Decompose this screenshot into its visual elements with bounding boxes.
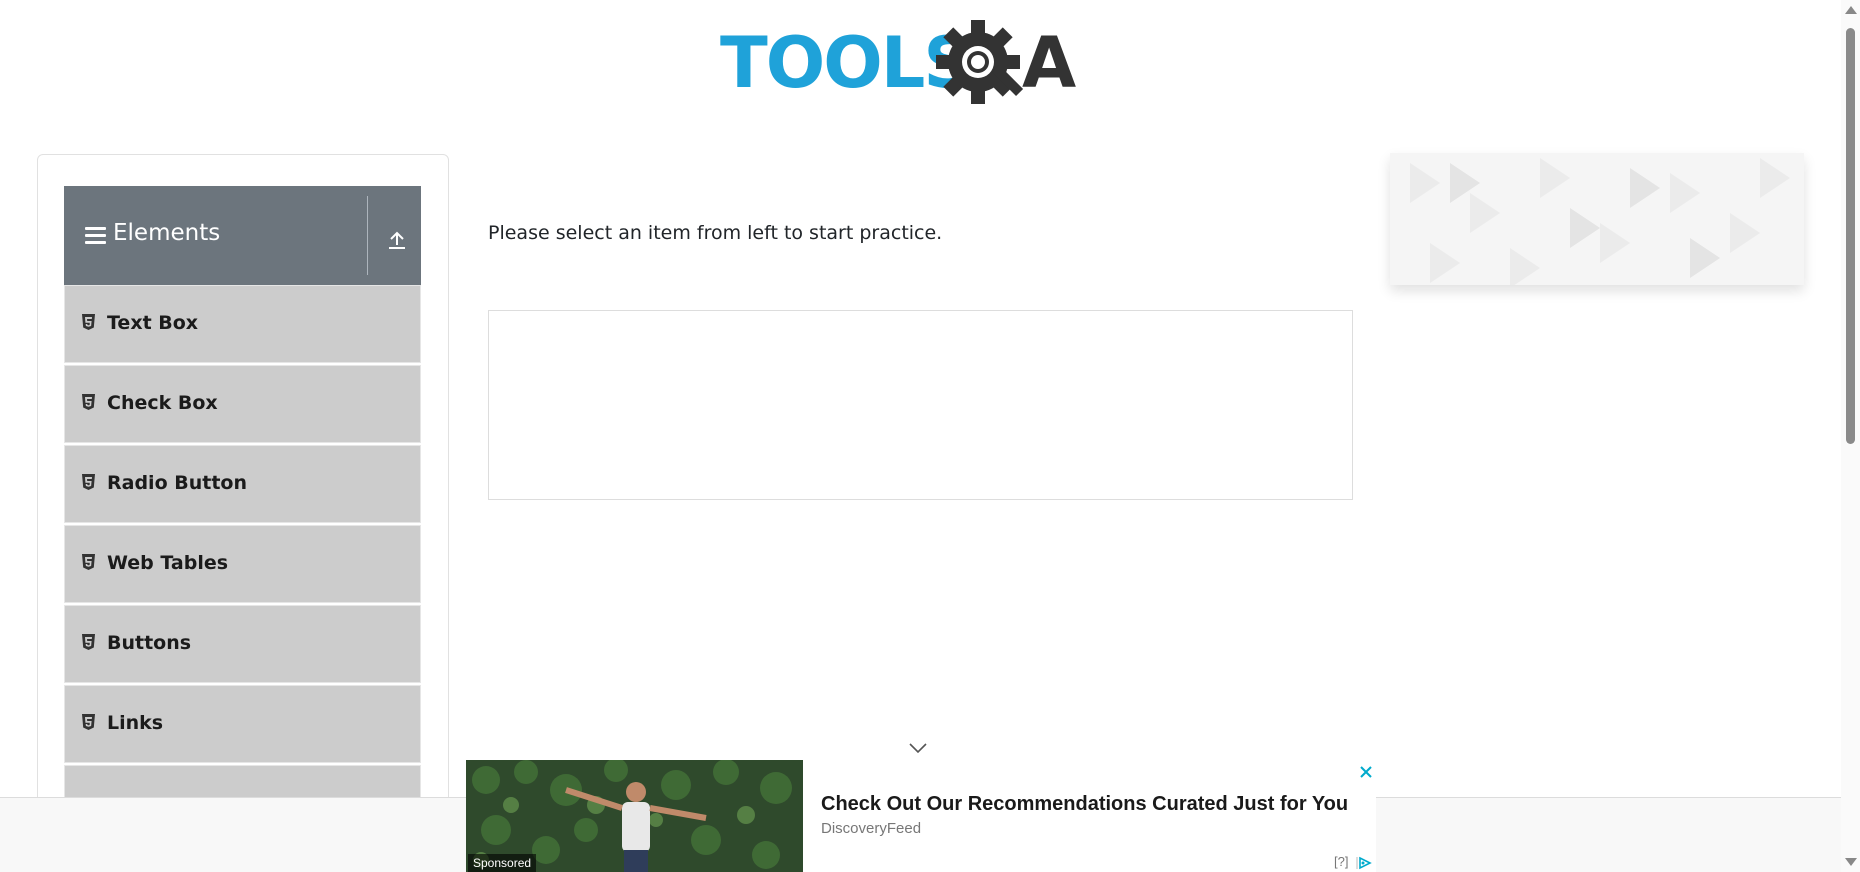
menu-item-label: Links <box>107 712 164 734</box>
menu-item-check-box[interactable]: Check Box <box>64 365 421 443</box>
scroll-up-arrow-icon[interactable] <box>1845 6 1857 14</box>
html5-icon <box>82 714 95 730</box>
menu-item-label: Buttons <box>107 632 192 654</box>
svg-text:TOOLS: TOOLS <box>720 22 972 104</box>
chevron-down-icon[interactable] <box>907 740 929 754</box>
elements-group-header[interactable]: Elements <box>64 186 421 285</box>
elements-menu-list: Text Box Check Box Radio Button Web Tabl… <box>64 285 421 845</box>
html5-icon <box>82 474 95 490</box>
sponsored-ad[interactable]: Sponsored Check Out Our Recommendations … <box>466 760 1376 872</box>
header-divider <box>367 196 368 275</box>
menu-item-label: Check Box <box>107 392 218 414</box>
hamburger-icon <box>85 227 106 245</box>
html5-icon <box>82 634 95 650</box>
menu-item-label: Radio Button <box>107 472 247 494</box>
ad-source[interactable]: DiscoveryFeed <box>821 820 921 837</box>
ad-image[interactable]: Sponsored <box>466 760 803 872</box>
sponsored-label: Sponsored <box>468 854 537 872</box>
page: TOOLS A Elements Text Box Check Box Radi… <box>0 0 1860 872</box>
toolsqa-logo[interactable]: TOOLS A <box>720 16 1130 116</box>
group-title: Elements <box>113 220 221 246</box>
practice-area <box>488 310 1353 500</box>
scroll-thumb[interactable] <box>1846 28 1855 444</box>
html5-icon <box>82 554 95 570</box>
menu-item-buttons[interactable]: Buttons <box>64 605 421 683</box>
upload-icon[interactable] <box>386 228 408 250</box>
practice-instruction: Please select an item from left to start… <box>488 222 943 244</box>
ad-headline[interactable]: Check Out Our Recommendations Curated Ju… <box>821 793 1348 816</box>
ad-help-link[interactable]: [?] <box>1334 854 1348 869</box>
menu-item-text-box[interactable]: Text Box <box>64 285 421 363</box>
page-scrollbar[interactable] <box>1841 0 1860 872</box>
menu-item-label: Text Box <box>107 312 199 334</box>
menu-item-links[interactable]: Links <box>64 685 421 763</box>
menu-item-radio-button[interactable]: Radio Button <box>64 445 421 523</box>
close-icon[interactable] <box>1359 764 1373 778</box>
menu-item-label: Web Tables <box>107 552 229 574</box>
menu-item-web-tables[interactable]: Web Tables <box>64 525 421 603</box>
svg-text:A: A <box>1022 22 1076 104</box>
html5-icon <box>82 394 95 410</box>
adchoices-icon[interactable] <box>1356 855 1372 870</box>
html5-icon <box>82 314 95 330</box>
ad-banner[interactable] <box>1390 153 1804 285</box>
scroll-down-arrow-icon[interactable] <box>1845 858 1857 866</box>
